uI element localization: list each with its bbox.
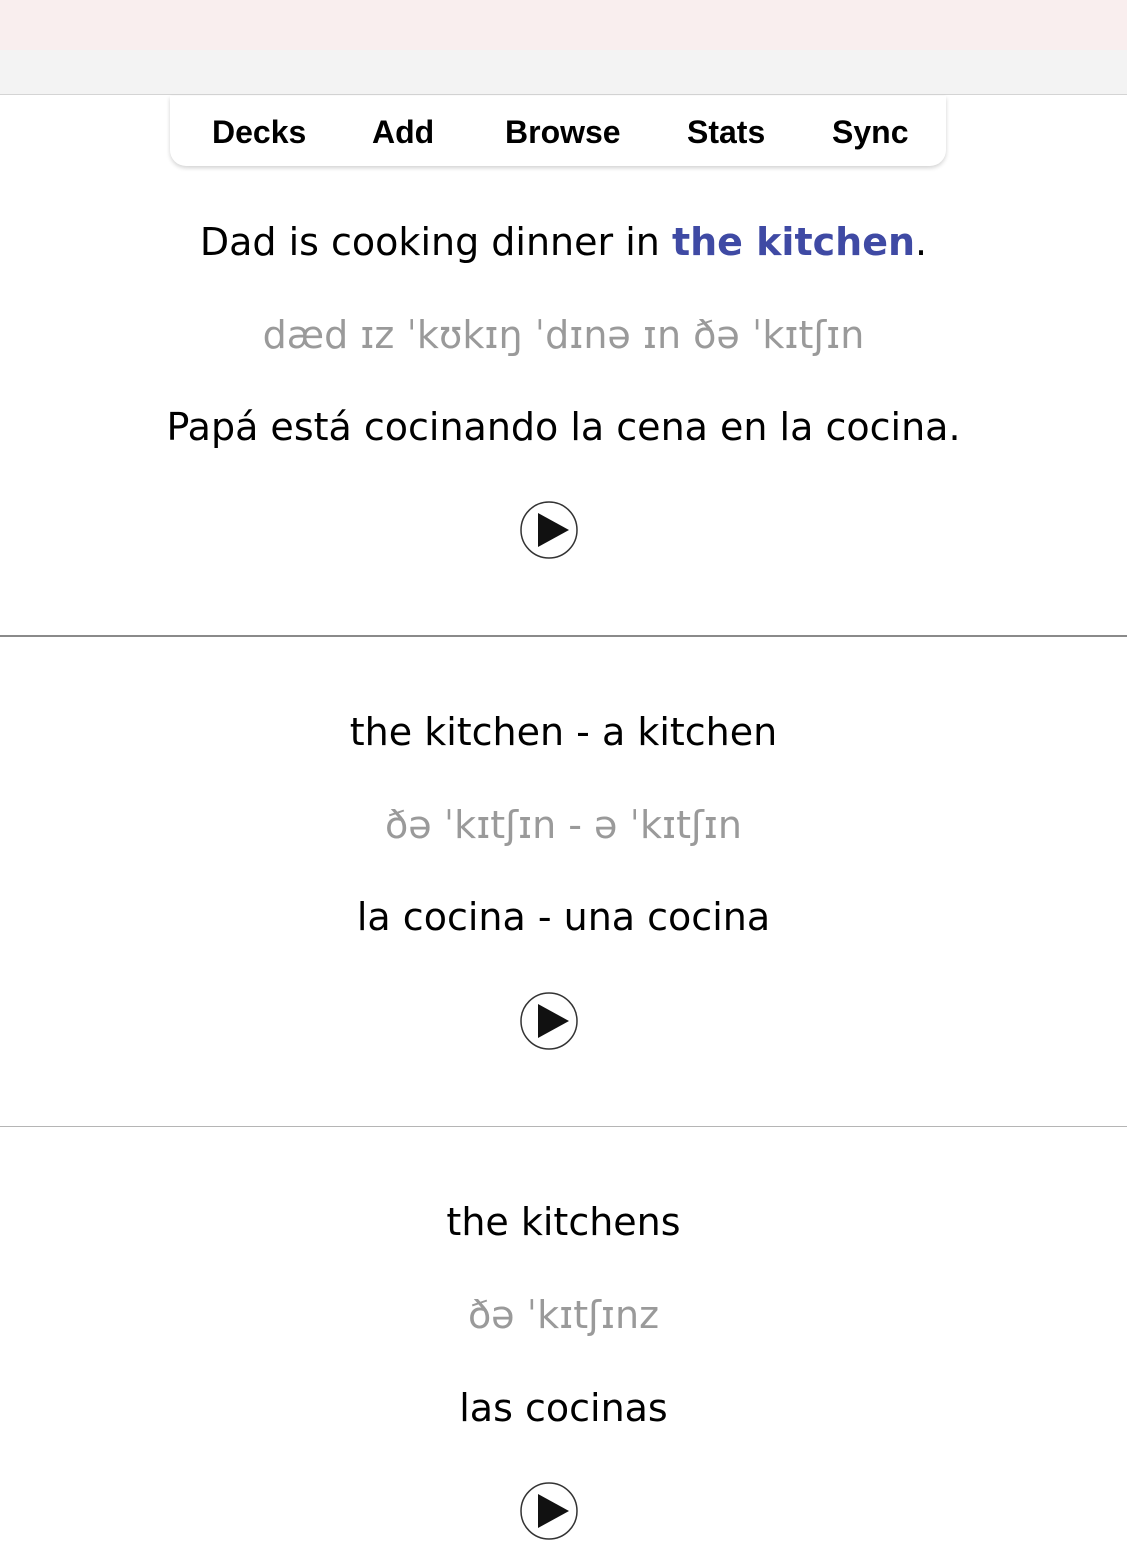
sentence-before: Dad is cooking dinner in <box>199 220 672 264</box>
sentence-highlight: the kitchen <box>671 220 916 264</box>
nav-browse[interactable]: Browse <box>505 114 621 151</box>
sentence-english: Dad is cooking dinner in the kitchen. <box>0 220 1127 264</box>
sentence-ipa: dæd ɪz ˈkʊkɪŋ ˈdɪnə ɪn ðə ˈkɪtʃɪn <box>262 313 865 357</box>
plural-english: the kitchens <box>446 1200 681 1244</box>
nav-sync[interactable]: Sync <box>832 114 908 151</box>
section-divider <box>0 635 1127 637</box>
plural-ipa: ðə ˈkɪtʃɪnz <box>467 1293 660 1337</box>
plural-translation: las cocinas <box>459 1386 668 1430</box>
window-titlebar <box>0 0 1127 50</box>
sentence-translation: Papá está cocinando la cena en la cocina… <box>166 405 961 449</box>
singular-ipa: ðə ˈkɪtʃɪn - ə ˈkɪtʃɪn <box>385 803 742 847</box>
play-icon[interactable] <box>520 501 578 559</box>
nav-add[interactable]: Add <box>372 114 434 151</box>
nav-stats[interactable]: Stats <box>687 114 765 151</box>
play-icon[interactable] <box>520 1482 578 1540</box>
play-icon[interactable] <box>520 992 578 1050</box>
sentence-after: . <box>915 220 928 264</box>
top-navigation: Decks Add Browse Stats Sync <box>170 96 946 166</box>
section-divider <box>0 1126 1127 1127</box>
nav-decks[interactable]: Decks <box>212 114 306 151</box>
singular-english: the kitchen - a kitchen <box>349 710 778 754</box>
menu-strip <box>0 50 1127 95</box>
singular-translation: la cocina - una cocina <box>356 895 771 939</box>
